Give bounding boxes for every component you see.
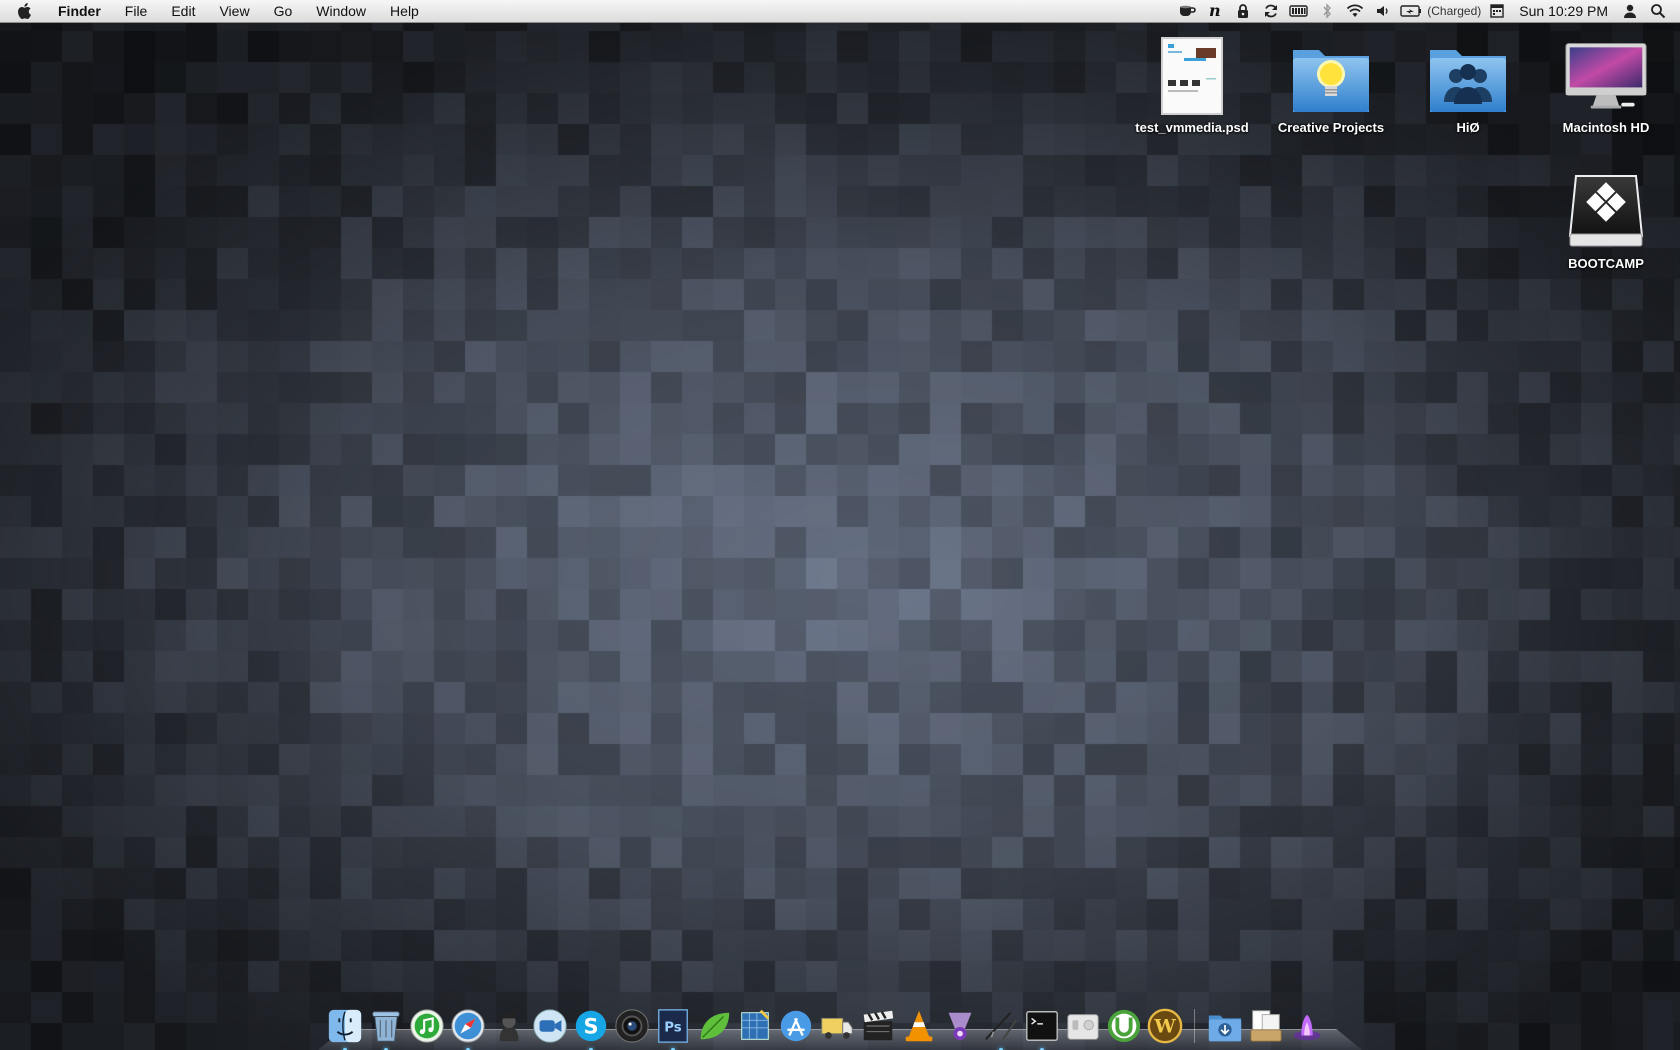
menu-view[interactable]: View bbox=[207, 0, 261, 22]
battery-icon[interactable] bbox=[1400, 0, 1422, 22]
dock-itunes-icon[interactable] bbox=[407, 1006, 447, 1046]
spotlight-search-icon[interactable] bbox=[1647, 0, 1669, 22]
dock-separator bbox=[1194, 1009, 1195, 1043]
dock-space-icon[interactable] bbox=[1287, 1006, 1327, 1046]
dock-photoshop-icon[interactable]: Ps bbox=[653, 1006, 693, 1050]
dock-leaf-icon[interactable] bbox=[694, 1006, 734, 1046]
menu-window[interactable]: Window bbox=[304, 0, 378, 22]
dock: S Ps W bbox=[318, 990, 1362, 1050]
menu-go[interactable]: Go bbox=[262, 0, 305, 22]
imac-drive-icon bbox=[1564, 32, 1648, 116]
dock-utorrent-icon[interactable] bbox=[1104, 1006, 1144, 1046]
psd-document-icon bbox=[1150, 32, 1234, 116]
dock-vlc-cone-icon[interactable] bbox=[899, 1006, 939, 1046]
dock-truck-icon[interactable] bbox=[817, 1006, 857, 1046]
desktop-icon-label: BOOTCAMP bbox=[1568, 256, 1644, 271]
app-menu-finder[interactable]: Finder bbox=[46, 0, 113, 22]
desktop-icon-label: HiØ bbox=[1456, 120, 1480, 135]
dock-documents-stack-icon[interactable] bbox=[1246, 1006, 1286, 1046]
desktop-icon-macintosh-hd[interactable]: Macintosh HD bbox=[1546, 32, 1666, 135]
volume-icon[interactable] bbox=[1372, 0, 1394, 22]
group-folder-icon bbox=[1426, 32, 1510, 116]
battery-meter-icon[interactable] bbox=[1288, 0, 1310, 22]
calendar-icon[interactable] bbox=[1486, 0, 1508, 22]
menu-bar: Finder File Edit View Go Window Help n (… bbox=[0, 0, 1680, 23]
desktop-icon-hio[interactable]: HiØ bbox=[1408, 32, 1528, 135]
coffee-cup-icon[interactable] bbox=[1176, 0, 1198, 22]
user-icon[interactable] bbox=[1619, 0, 1641, 22]
menu-edit[interactable]: Edit bbox=[159, 0, 207, 22]
desktop-icon-label: Macintosh HD bbox=[1562, 120, 1650, 135]
dock-pen-icon[interactable] bbox=[981, 1006, 1021, 1050]
desktop-icon-test-vmmedia[interactable]: test_vmmedia.psd bbox=[1132, 32, 1252, 135]
apple-menu-icon[interactable] bbox=[14, 0, 36, 22]
battery-status-text: (Charged) bbox=[1427, 4, 1482, 18]
n-script-icon[interactable]: n bbox=[1204, 0, 1226, 22]
wifi-icon[interactable] bbox=[1344, 0, 1366, 22]
dock-clapperboard-icon[interactable] bbox=[858, 1006, 898, 1046]
dock-blueprint-icon[interactable] bbox=[735, 1006, 775, 1046]
dock-downloads-folder-icon[interactable] bbox=[1205, 1006, 1245, 1046]
dock-terminal-icon[interactable] bbox=[1022, 1006, 1062, 1050]
dock-safari-icon[interactable] bbox=[448, 1006, 488, 1050]
wallpaper bbox=[0, 0, 1680, 1050]
dock-finder-icon[interactable] bbox=[325, 1006, 365, 1050]
dock-agent-icon[interactable] bbox=[489, 1006, 529, 1046]
menu-file[interactable]: File bbox=[113, 0, 160, 22]
svg-text:n: n bbox=[1209, 3, 1221, 19]
desktop-icon-label: test_vmmedia.psd bbox=[1135, 120, 1249, 135]
sync-icon[interactable] bbox=[1260, 0, 1282, 22]
menu-help[interactable]: Help bbox=[378, 0, 431, 22]
dock-facetime-icon[interactable] bbox=[530, 1006, 570, 1046]
bluetooth-icon[interactable] bbox=[1316, 0, 1338, 22]
desktop-icon-creative-projects[interactable]: Creative Projects bbox=[1271, 32, 1391, 135]
dock-spotlight-icon[interactable] bbox=[940, 1006, 980, 1046]
svg-text:S: S bbox=[583, 1015, 598, 1039]
svg-text:W: W bbox=[1153, 1016, 1176, 1038]
desktop-icon-label: Creative Projects bbox=[1277, 120, 1385, 135]
menu-clock[interactable]: Sun 10:29 PM bbox=[1511, 3, 1616, 19]
desktop-icon-bootcamp[interactable]: BOOTCAMP bbox=[1546, 168, 1666, 271]
lightbulb-folder-icon bbox=[1289, 32, 1373, 116]
desktop[interactable]: Finder File Edit View Go Window Help n (… bbox=[0, 0, 1680, 1050]
dock-disk-icon[interactable] bbox=[1063, 1006, 1103, 1046]
dock-camera-icon[interactable] bbox=[612, 1006, 652, 1046]
dock-trash-icon[interactable] bbox=[366, 1006, 406, 1050]
bootcamp-drive-icon bbox=[1564, 168, 1648, 252]
lock-icon[interactable] bbox=[1232, 0, 1254, 22]
svg-text:Ps: Ps bbox=[664, 1021, 682, 1036]
dock-skype-icon[interactable]: S bbox=[571, 1006, 611, 1050]
dock-app-store-icon[interactable] bbox=[776, 1006, 816, 1046]
dock-warcraft-icon[interactable]: W bbox=[1145, 1006, 1185, 1046]
